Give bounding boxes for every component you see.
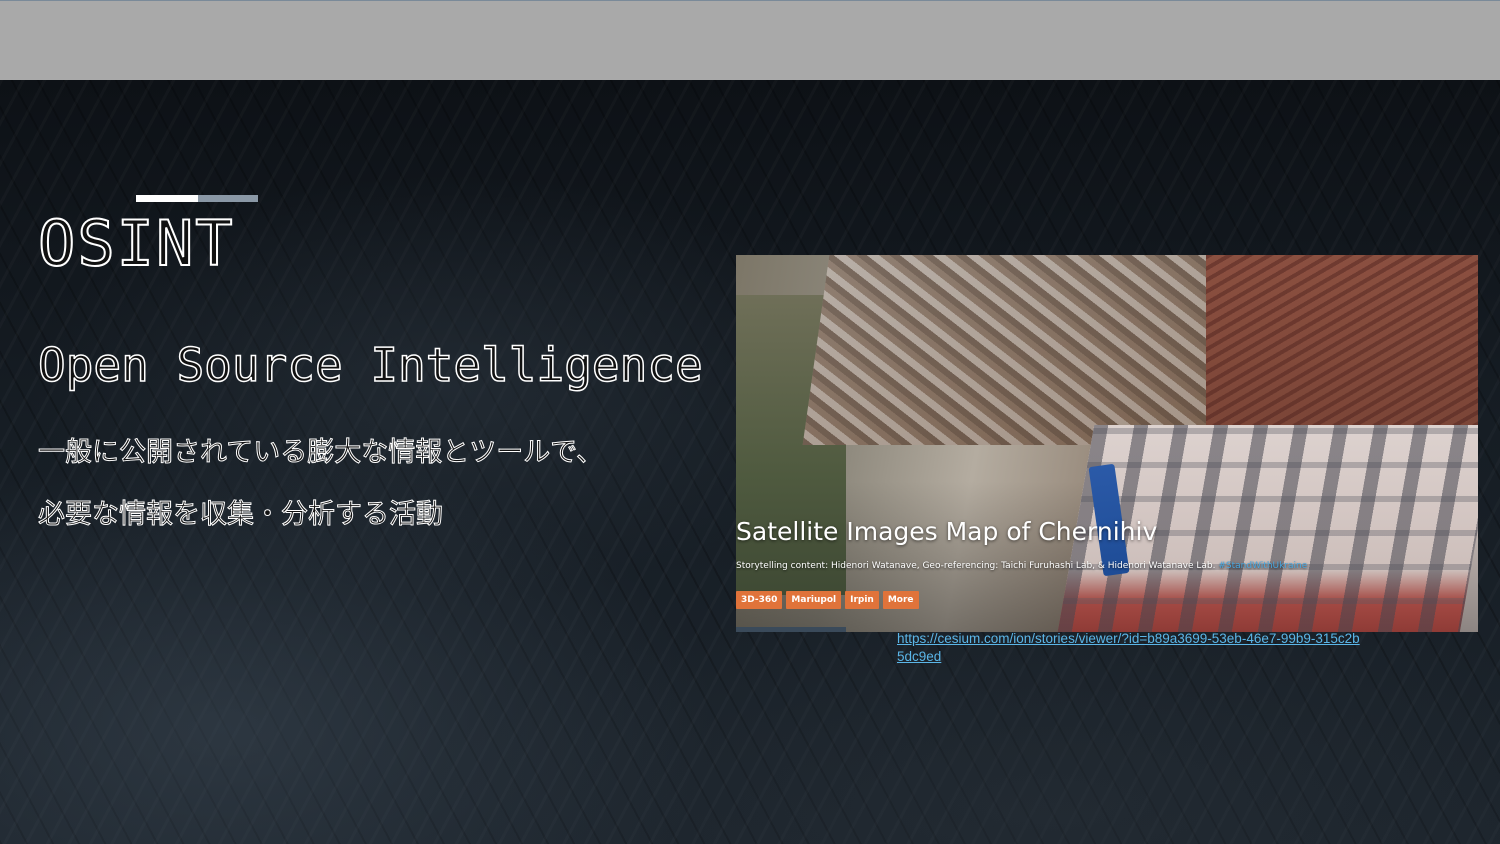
title-accent-bar-secondary — [198, 195, 258, 202]
tag-irpin: Irpin — [845, 591, 879, 609]
top-bar — [0, 0, 1500, 80]
presentation-screen: OSINT Open Source Intelligence 一般に公開されてい… — [0, 0, 1500, 844]
slide-subtitle: Open Source Intelligence — [37, 337, 703, 393]
cesium-story-link[interactable]: https://cesium.com/ion/stories/viewer/?i… — [897, 630, 1367, 666]
tag-more: More — [882, 591, 919, 609]
chernihiv-map-screenshot: Satellite Images Map of Chernihiv Storyt… — [736, 255, 1478, 632]
tag-mariupol: Mariupol — [786, 591, 842, 609]
screenshot-credits-link: #StandWithUkraine — [1218, 561, 1308, 571]
screenshot-credits: Storytelling content: Hidenori Watanave,… — [736, 560, 1307, 572]
tag-3d-360: 3D-360 — [736, 591, 783, 609]
screenshot-tag-list: 3D-360 Mariupol Irpin More — [736, 591, 919, 609]
title-accent-bar — [136, 195, 198, 202]
slide-description-line-2: 必要な情報を収集・分析する活動 — [38, 499, 444, 531]
slide-title: OSINT — [37, 206, 235, 281]
screenshot-roof — [1206, 255, 1478, 425]
slide: OSINT Open Source Intelligence 一般に公開されてい… — [0, 80, 1500, 844]
screenshot-credits-text: Storytelling content: Hidenori Watanave,… — [736, 561, 1216, 571]
screenshot-underline — [736, 627, 846, 632]
slide-description-line-1: 一般に公開されている膨大な情報とツールで、 — [37, 437, 604, 469]
screenshot-heading: Satellite Images Map of Chernihiv — [736, 517, 1158, 546]
